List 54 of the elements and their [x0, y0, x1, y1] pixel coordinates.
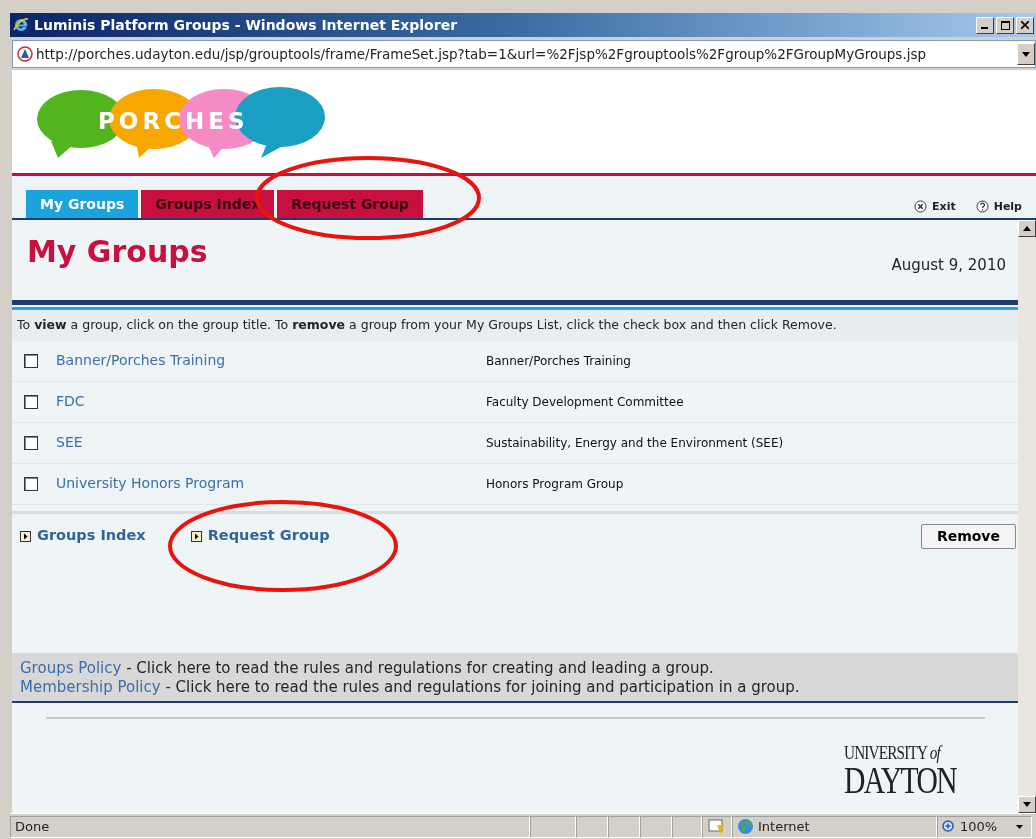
down-arrow-icon: [1023, 802, 1031, 807]
caret-icon: [1022, 51, 1030, 57]
address-bar[interactable]: http://porches.udayton.edu/jsp/grouptools/frame/FrameSet.jsp?tab=1&url=%2Fjsp%2Fgrouptools%2Fgroup%2FGroupMyGroups.jsp: [12, 40, 1036, 68]
dropdown-button[interactable]: [1017, 43, 1035, 65]
close-icon: [914, 200, 928, 214]
remove-button[interactable]: Remove: [920, 523, 1016, 549]
instructions-text: To view a group, click on the group title. To remove a group from your My Groups List, click the check box and then click Remove.: [12, 310, 1018, 341]
group-description: Banner/Porches Training: [486, 352, 631, 370]
maximize-button[interactable]: [996, 16, 1014, 34]
checkbox[interactable]: [24, 435, 38, 450]
page-title: My Groups: [27, 233, 208, 271]
help-icon: [975, 200, 989, 214]
checkbox[interactable]: [24, 476, 38, 491]
globe-icon: [737, 818, 754, 835]
status-pane: [640, 815, 672, 838]
group-link[interactable]: SEE: [56, 432, 486, 454]
policy-link[interactable]: Groups Policy: [20, 659, 122, 677]
caret-icon: [1016, 824, 1023, 829]
status-pane: [608, 815, 640, 838]
page-icon: [17, 46, 33, 62]
security-zone-text: Internet: [758, 817, 810, 836]
status-text: Done: [10, 815, 530, 838]
scroll-down-button[interactable]: [1018, 796, 1036, 813]
nav-link-item[interactable]: Groups Index: [20, 525, 146, 548]
group-link[interactable]: University Honors Program: [56, 473, 486, 495]
maximize-icon: [1000, 20, 1010, 30]
up-arrow-icon: [1023, 226, 1031, 231]
window-title: Luminis Platform Groups - Windows Internet Explorer: [34, 15, 459, 35]
checkbox[interactable]: [24, 394, 38, 409]
policy-text: - Click here to read the rules and regulations for creating and leading a group.: [126, 659, 714, 677]
close-button[interactable]: [1016, 16, 1034, 34]
minimize-button[interactable]: [976, 16, 994, 34]
zoom-control[interactable]: 100%: [937, 815, 1032, 838]
group-link[interactable]: Banner/Porches Training: [56, 350, 486, 372]
zoom-icon: [942, 819, 956, 834]
group-description: Faculty Development Committee: [486, 393, 684, 411]
exit-link[interactable]: Exit: [914, 198, 956, 215]
nav-link-item[interactable]: Request Group: [190, 525, 330, 548]
policy-link[interactable]: Membership Policy: [20, 678, 161, 696]
group-description: Honors Program Group: [486, 475, 624, 493]
scroll-up-button[interactable]: [1018, 220, 1036, 237]
security-warning-icon: [708, 818, 726, 835]
help-link[interactable]: Help: [975, 198, 1022, 215]
policy-text: - Click here to read the rules and regulations for joining and participation in a group.: [165, 678, 800, 696]
close-icon: [1021, 21, 1029, 29]
tab[interactable]: Request Group: [277, 190, 423, 218]
checkbox[interactable]: [24, 353, 38, 368]
group-link[interactable]: FDC: [56, 391, 486, 413]
university-logo: UNIVERSITYof DAYTON: [843, 743, 958, 799]
scrollbar[interactable]: [1018, 220, 1036, 813]
tab[interactable]: My Groups: [26, 190, 139, 218]
date-text: August 9, 2010: [891, 255, 1006, 276]
group-description: Sustainability, Energy and the Environment (SEE): [486, 434, 784, 452]
browser-logo-icon: [12, 16, 30, 34]
